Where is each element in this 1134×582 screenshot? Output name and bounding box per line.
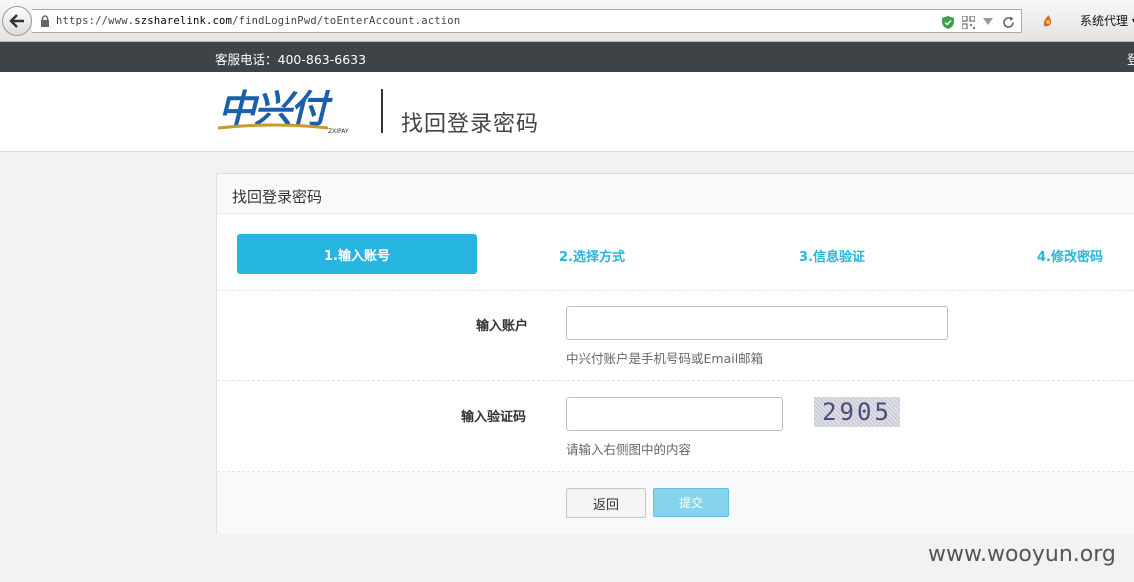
refresh-icon[interactable] [1001,15,1015,29]
form-actions: 返回 提交 [217,472,1134,534]
back-arrow-icon[interactable] [2,6,32,36]
submit-button[interactable]: 提交 [653,488,729,517]
panel-header: 找回登录密码 [217,174,1134,214]
proxy-menu[interactable]: 系统代理 ▾ [1080,12,1134,29]
step-1-enter-account: 1.输入账号 [237,234,477,274]
account-label: 输入账户 [476,319,529,334]
account-hint: 中兴付账户是手机号码或Email邮箱 [566,351,764,366]
account-input[interactable] [566,306,948,340]
lock-icon [38,14,52,28]
step-4-change-password: 4.修改密码 [1037,250,1103,265]
address-bar[interactable]: https://www.szsharelink.com/findLoginPwd… [32,9,1022,33]
back-button[interactable]: 返回 [566,488,646,518]
dropdown-icon[interactable] [981,15,995,29]
header-divider [381,89,383,133]
row-divider [217,290,1134,291]
shield-icon[interactable] [941,15,955,29]
watermark: www.wooyun.org [928,542,1116,567]
captcha-label: 输入验证码 [461,410,527,425]
captcha-input[interactable] [566,397,783,431]
brand-logo[interactable]: 中兴付 ZXIPAY [216,87,368,136]
captcha-hint: 请输入右侧图中的内容 [566,442,692,457]
step-3-verify-info: 3.信息验证 [799,250,865,265]
captcha-image[interactable]: 2905 [814,397,900,427]
page-title: 找回登录密码 [401,112,540,137]
site-header: 中兴付 ZXIPAY 找回登录密码 [0,72,1134,152]
row-divider [217,380,1134,381]
addon-icon[interactable] [1040,12,1056,28]
qr-code-icon[interactable] [961,15,975,29]
svg-text:ZXIPAY: ZXIPAY [328,128,349,135]
panel-title: 找回登录密码 [232,188,323,206]
service-phone: 客服电话：400-863-6633 [215,52,367,67]
url-text[interactable]: https://www.szsharelink.com/findLoginPwd… [56,15,460,27]
login-link[interactable]: 登 [1127,49,1134,68]
top-info-bar: 客服电话：400-863-6633 登 [0,42,1134,72]
step-2-choose-method: 2.选择方式 [559,250,625,265]
reset-password-panel: 找回登录密码 1.输入账号 2.选择方式 3.信息验证 4.修改密码 输入账户 … [216,173,1134,534]
browser-toolbar: https://www.szsharelink.com/findLoginPwd… [0,0,1134,42]
